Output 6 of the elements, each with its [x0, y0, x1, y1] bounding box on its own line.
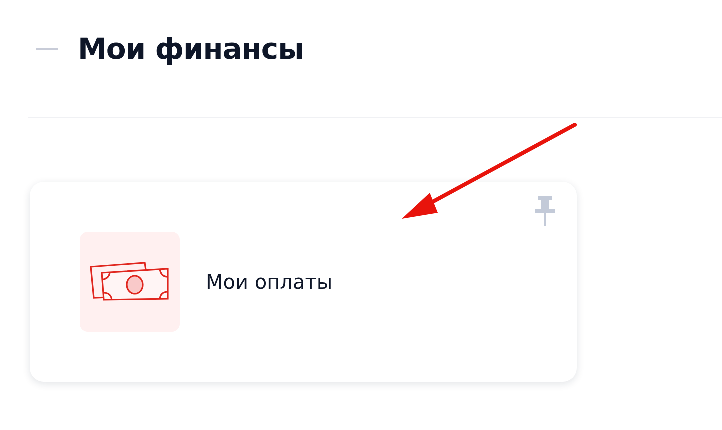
section-title: Мои финансы — [78, 32, 304, 66]
collapse-icon[interactable] — [36, 47, 58, 51]
pin-icon[interactable] — [535, 196, 555, 226]
banknotes-icon — [90, 262, 170, 302]
card-label: Мои оплаты — [206, 270, 333, 294]
service-card[interactable]: Мои оплаты — [30, 182, 577, 382]
